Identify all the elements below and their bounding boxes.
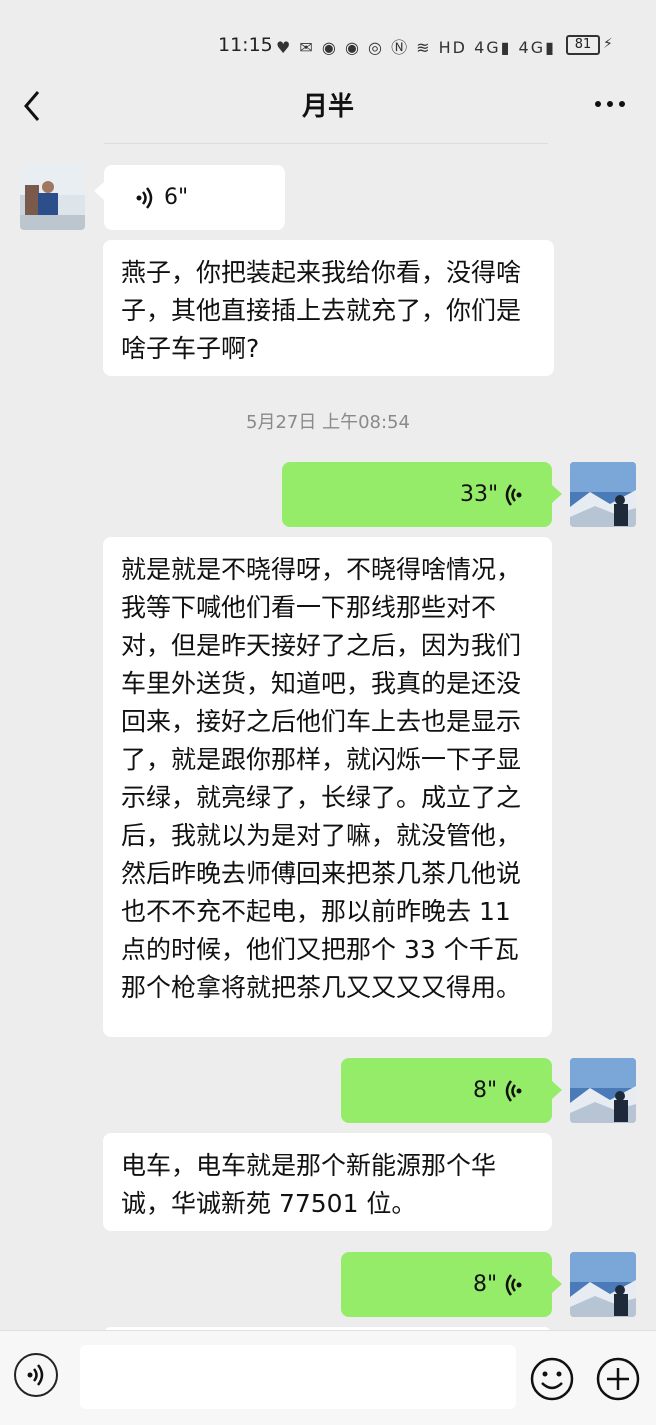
- avatar-self-image: [570, 1252, 636, 1317]
- bubble-tail: [552, 1081, 562, 1099]
- message-timestamp: 5月27日 上午08:54: [246, 412, 410, 433]
- emoji-button[interactable]: [530, 1357, 574, 1401]
- voice-message-bubble[interactable]: 33": [282, 462, 552, 527]
- chat-header: 月半: [0, 60, 656, 148]
- status-bar: 11:15 ♥ ✉ ◉ ◉ ◎ Ⓝ ≋ HD 4G▮ 4G▮ 81 ⚡: [0, 0, 656, 60]
- text-message-bubble[interactable]: 电车，电车就是那个新能源那个华诚，华诚新苑 77501 位。: [103, 1133, 552, 1231]
- voice-duration: 33": [460, 482, 499, 507]
- voice-message-bubble[interactable]: 6": [104, 165, 285, 230]
- avatar-self-image: [570, 462, 636, 527]
- more-dots-icon: [595, 101, 625, 107]
- message-input[interactable]: [80, 1345, 516, 1409]
- plus-icon: [596, 1357, 640, 1401]
- text-message-bubble[interactable]: 就是就是不晓得呀，不晓得啥情况，我等下喊他们看一下那线那些对不对，但是昨天接好了…: [103, 537, 552, 1037]
- avatar-contact-image: [20, 165, 85, 230]
- battery-level: 81: [566, 35, 600, 55]
- voice-mode-button[interactable]: [14, 1353, 58, 1397]
- voice-message-bubble[interactable]: 8": [341, 1252, 552, 1317]
- voice-wave-icon: [505, 1080, 522, 1102]
- emoji-icon: [530, 1357, 574, 1401]
- voice-duration: 8": [473, 1272, 498, 1297]
- avatar-self-image: [570, 1058, 636, 1123]
- bubble-tail: [94, 182, 104, 200]
- divider: [104, 143, 548, 144]
- avatar-self[interactable]: [570, 1058, 636, 1123]
- voice-duration: 8": [473, 1078, 498, 1103]
- voice-wave-icon: [136, 187, 153, 209]
- status-icons: ♥ ✉ ◉ ◉ ◎ Ⓝ ≋ HD 4G▮ 4G▮: [276, 38, 556, 57]
- more-functions-button[interactable]: [596, 1357, 640, 1401]
- bubble-tail: [552, 485, 562, 503]
- chat-title: 月半: [301, 92, 354, 122]
- voice-wave-icon: [505, 484, 522, 506]
- avatar-contact[interactable]: [20, 165, 85, 230]
- input-bar: [0, 1330, 656, 1425]
- status-time: 11:15: [218, 34, 273, 56]
- text-message-bubble[interactable]: 燕子，你把装起来我给你看，没得啥子，其他直接插上去就充了，你们是啥子车子啊?: [103, 240, 554, 376]
- bubble-tail: [552, 1275, 562, 1293]
- voice-message-bubble[interactable]: 8": [341, 1058, 552, 1123]
- voice-wave-icon: [505, 1274, 522, 1296]
- avatar-self[interactable]: [570, 1252, 636, 1317]
- voice-mode-icon: [27, 1364, 44, 1386]
- message-list[interactable]: 6" 燕子，你把装起来我给你看，没得啥子，其他直接插上去就充了，你们是啥子车子啊…: [0, 140, 656, 1330]
- voice-duration: 6": [164, 185, 189, 210]
- more-options-button[interactable]: [590, 92, 630, 116]
- avatar-self[interactable]: [570, 462, 636, 527]
- charging-icon: ⚡: [603, 36, 613, 52]
